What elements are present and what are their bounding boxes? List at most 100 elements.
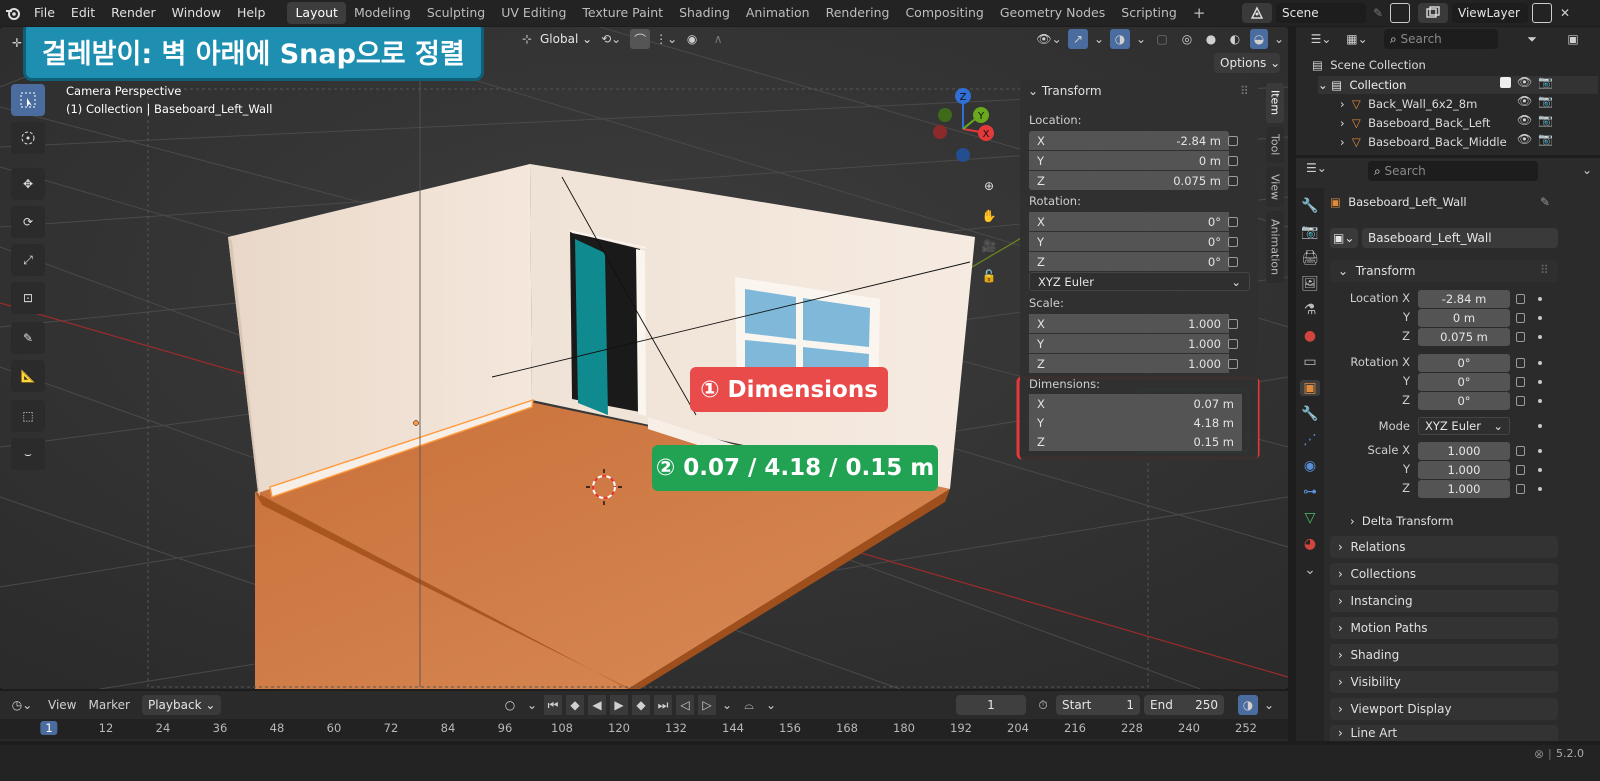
shading-material-icon[interactable]: ◐ bbox=[1226, 29, 1244, 49]
rotation-x-field[interactable]: X 0° bbox=[1029, 212, 1229, 231]
sidebar-tab-tool[interactable]: Tool bbox=[1266, 127, 1284, 163]
transform-panel-header[interactable]: ⌄ Transform bbox=[1028, 84, 1102, 98]
jump-end-icon[interactable]: ⏭ bbox=[654, 695, 672, 715]
blender-logo-icon[interactable] bbox=[0, 0, 26, 26]
section-viewport-display[interactable]: › Viewport Display bbox=[1330, 698, 1558, 720]
lock-icon[interactable] bbox=[1516, 396, 1525, 406]
proportional-edit-icon[interactable]: ◉ bbox=[682, 29, 702, 49]
eye-icon[interactable]: 👁 bbox=[1517, 132, 1532, 147]
menu-window[interactable]: Window bbox=[164, 0, 229, 26]
scale-x-field[interactable]: X 1.000 bbox=[1029, 314, 1229, 333]
lock-icon[interactable] bbox=[1516, 358, 1525, 368]
keyframe-dot[interactable] bbox=[1538, 468, 1542, 472]
current-frame-field[interactable]: 1 bbox=[956, 695, 1026, 715]
shading-solid-icon[interactable]: ● bbox=[1202, 29, 1220, 49]
lock-icon[interactable] bbox=[1228, 237, 1238, 247]
section-relations[interactable]: › Relations bbox=[1330, 536, 1558, 558]
display-mode-icon[interactable]: ▦⌄ bbox=[1342, 29, 1372, 49]
snap-timeline-dropdown-icon[interactable]: ⌄ bbox=[764, 695, 778, 715]
start-frame-field[interactable]: Start 1 bbox=[1056, 695, 1140, 715]
location-z-field[interactable]: Z 0.075 m bbox=[1029, 171, 1229, 190]
shading-rendered-icon[interactable]: ◒ bbox=[1250, 29, 1268, 49]
overlay-icon[interactable]: ◑ bbox=[1110, 29, 1130, 49]
new-scene-icon[interactable] bbox=[1390, 3, 1410, 23]
timeline-marker-menu[interactable]: Marker bbox=[88, 698, 129, 712]
tab-geometry-nodes[interactable]: Geometry Nodes bbox=[992, 2, 1113, 24]
tab-uv-editing[interactable]: UV Editing bbox=[493, 2, 574, 24]
dimensions-z-field[interactable]: Z 0.15 m bbox=[1029, 432, 1242, 451]
timeline-view-menu[interactable]: View bbox=[48, 698, 76, 712]
jump-start-icon[interactable]: ⏮ bbox=[544, 695, 562, 715]
snap-target-icon[interactable]: ⋮⌄ bbox=[655, 29, 677, 49]
view-layer-icon[interactable]: 🖼 bbox=[1301, 276, 1319, 292]
keyframe-dot[interactable] bbox=[1538, 487, 1542, 491]
cursor-tool[interactable] bbox=[11, 122, 45, 154]
select-box-tool[interactable] bbox=[11, 84, 45, 116]
end-frame-field[interactable]: End 250 bbox=[1144, 695, 1224, 715]
transform-section-header[interactable]: ⌄ Transform bbox=[1330, 260, 1558, 282]
outliner-item-baseboard-back-left[interactable]: › ▽ Baseboard_Back_Left bbox=[1340, 114, 1490, 132]
scale-z-field[interactable]: Z 1.000 bbox=[1029, 354, 1229, 373]
menu-file[interactable]: File bbox=[26, 0, 63, 26]
scale-tool[interactable]: ⤢ bbox=[11, 244, 45, 276]
rotation-y-field[interactable]: Y 0° bbox=[1029, 232, 1229, 251]
lock-icon[interactable] bbox=[1228, 156, 1238, 166]
options-dropdown[interactable]: Options ⌄ bbox=[1214, 53, 1280, 73]
location-y-field[interactable]: Y 0 m bbox=[1029, 151, 1229, 170]
add-cube-tool[interactable]: ⬚ bbox=[11, 400, 45, 432]
rotate-tool[interactable]: ⟳ bbox=[11, 206, 45, 238]
xray-icon[interactable]: ▢ bbox=[1152, 29, 1172, 49]
editor-type-icon[interactable]: ◷⌄ bbox=[8, 695, 36, 715]
sync-dropdown-icon[interactable]: ⌄ bbox=[720, 695, 734, 715]
measure-tool[interactable]: 📐 bbox=[11, 360, 45, 392]
outliner-item-back-wall[interactable]: › ▽ Back_Wall_6x2_8m bbox=[1340, 95, 1477, 113]
visibility-icon[interactable]: 👁⌄ bbox=[1036, 29, 1062, 49]
prop-rotation-x[interactable]: 0° bbox=[1418, 354, 1510, 372]
lock-icon[interactable] bbox=[1228, 257, 1238, 267]
falloff-icon[interactable]: ∧ bbox=[708, 29, 728, 49]
prev-keyframe-icon[interactable]: ◆ bbox=[566, 695, 584, 715]
prop-location-y[interactable]: 0 m bbox=[1418, 309, 1510, 327]
data-icon[interactable]: ▽ bbox=[1305, 510, 1316, 526]
texture-icon[interactable]: ⌄ bbox=[1304, 562, 1316, 578]
camera-icon[interactable]: 📷 bbox=[1538, 75, 1553, 90]
lock-icon[interactable] bbox=[1516, 332, 1525, 342]
auto-keying-icon[interactable]: ○ bbox=[500, 695, 520, 715]
prop-rotation-z[interactable]: 0° bbox=[1418, 392, 1510, 410]
section-visibility[interactable]: › Visibility bbox=[1330, 671, 1558, 693]
tool-settings-icon[interactable]: 🔧 bbox=[1301, 198, 1318, 214]
play-reverse-icon[interactable]: ◀ bbox=[588, 695, 606, 715]
stopwatch-icon[interactable]: ⏱ bbox=[1034, 695, 1052, 715]
delete-viewlayer-icon[interactable]: ✕ bbox=[1556, 3, 1574, 23]
properties-editor-icon[interactable]: ☰⌄ bbox=[1306, 161, 1327, 175]
location-x-field[interactable]: X -2.84 m bbox=[1029, 131, 1229, 150]
outliner-search-input[interactable]: ⌕ Search bbox=[1384, 29, 1498, 49]
lock-icon[interactable] bbox=[1228, 217, 1238, 227]
object-name-field[interactable]: Baseboard_Left_Wall bbox=[1362, 228, 1558, 248]
prop-scale-y[interactable]: 1.000 bbox=[1418, 461, 1510, 479]
prop-scale-x[interactable]: 1.000 bbox=[1418, 442, 1510, 460]
door-mesh[interactable] bbox=[575, 239, 608, 415]
filter-icon[interactable]: ⏷ bbox=[1520, 29, 1544, 49]
transform-tool[interactable]: ⊡ bbox=[11, 282, 45, 314]
timeline-overlay-dropdown-icon[interactable]: ⌄ bbox=[1262, 695, 1276, 715]
snap-icon[interactable]: ⌒ bbox=[630, 29, 651, 49]
dimensions-y-field[interactable]: Y 4.18 m bbox=[1029, 413, 1242, 432]
prop-rotation-y[interactable]: 0° bbox=[1418, 373, 1510, 391]
checkbox-icon[interactable] bbox=[1500, 77, 1511, 88]
rotation-mode-dropdown[interactable]: XYZ Euler ⌄ bbox=[1029, 272, 1250, 291]
eye-icon[interactable]: 👁 bbox=[1517, 75, 1532, 90]
outliner-item-baseboard-back-middle[interactable]: › ▽ Baseboard_Back_Middle bbox=[1340, 133, 1507, 151]
play-icon[interactable]: ▶ bbox=[610, 695, 628, 715]
object-type-dropdown[interactable]: ▣⌄ bbox=[1330, 228, 1358, 248]
lock-icon[interactable] bbox=[1228, 319, 1238, 329]
menu-edit[interactable]: Edit bbox=[63, 0, 103, 26]
lock-icon[interactable] bbox=[1516, 313, 1525, 323]
menu-help[interactable]: Help bbox=[229, 0, 274, 26]
keyframe-dot[interactable] bbox=[1538, 380, 1542, 384]
viewlayer-icon[interactable] bbox=[1418, 3, 1448, 23]
properties-search-input[interactable]: ⌕ Search bbox=[1368, 161, 1538, 181]
camera-view-icon[interactable]: 🎥 bbox=[978, 235, 1000, 257]
section-motion-paths[interactable]: › Motion Paths bbox=[1330, 617, 1558, 639]
curve-tool[interactable]: ⌣ bbox=[11, 438, 45, 470]
